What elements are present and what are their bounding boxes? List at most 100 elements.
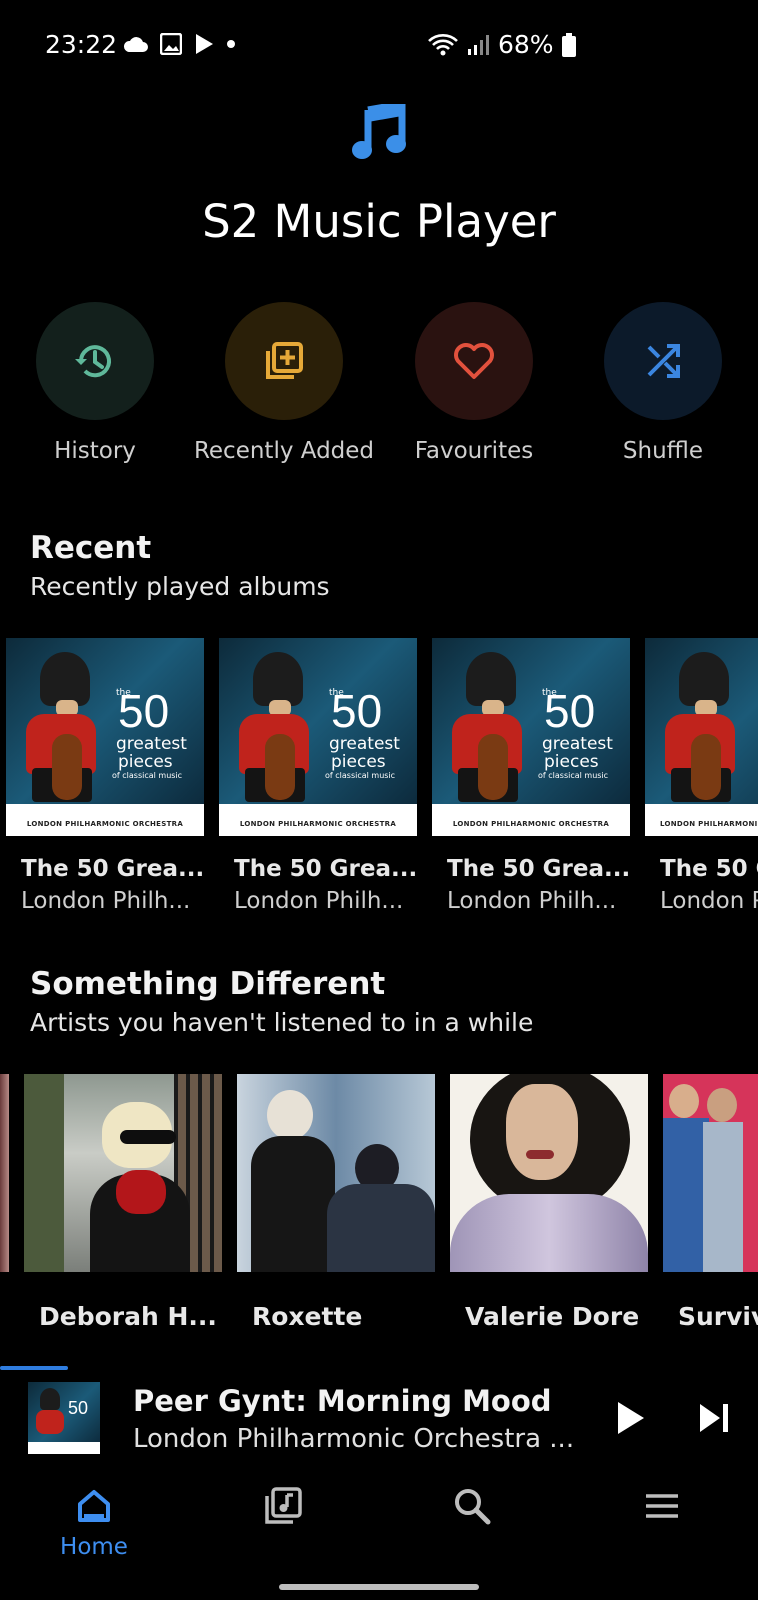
art-figure — [253, 652, 303, 706]
favourites-button[interactable]: Favourites — [379, 302, 569, 464]
art-figure — [679, 652, 729, 706]
art-text: greatest — [116, 734, 187, 754]
now-playing-title: Peer Gynt: Morning Mood — [133, 1384, 552, 1418]
album-art[interactable]: the 50 greatest pieces of classical musi… — [432, 638, 630, 836]
artist-card[interactable]: Roxette — [237, 1074, 435, 1331]
art-text: of classical music — [325, 771, 396, 780]
art-detail — [703, 1122, 743, 1272]
cloud-icon — [123, 37, 148, 52]
album-art[interactable]: the 50 greatest pieces of classical musi… — [6, 638, 204, 836]
something-different-subtitle: Artists you haven't listened to in a whi… — [30, 1008, 534, 1037]
art-text: pieces — [331, 752, 386, 772]
album-title: The 50 G — [660, 856, 758, 882]
nav-home[interactable]: Home — [19, 1486, 169, 1560]
search-icon — [455, 1489, 491, 1525]
history-button[interactable]: History — [0, 302, 190, 464]
art-text: pieces — [544, 752, 599, 772]
album-card[interactable]: the 50 greatest pieces of classical musi… — [6, 638, 204, 914]
art-figure — [52, 734, 82, 800]
art-figure — [36, 1410, 64, 1434]
art-detail — [116, 1170, 166, 1214]
history-circle[interactable] — [36, 302, 154, 420]
album-title: The 50 Grea... — [234, 856, 418, 882]
status-notification-icons — [122, 33, 236, 55]
history-label: History — [54, 438, 136, 464]
image-icon — [160, 33, 182, 55]
signal-icon — [468, 34, 489, 55]
album-card[interactable]: the 50 greatest pieces of classical musi… — [432, 638, 630, 914]
favourites-circle[interactable] — [415, 302, 533, 420]
heart-icon — [454, 343, 494, 379]
art-figure — [265, 734, 295, 800]
album-artist: London P — [660, 888, 758, 914]
art-figure — [466, 652, 516, 706]
art-detail — [251, 1136, 335, 1272]
recently-added-label: Recently Added — [193, 438, 375, 464]
artist-art-partial[interactable] — [0, 1074, 9, 1272]
artist-name: Surviv — [678, 1302, 758, 1331]
album-art[interactable]: the 50 greatest pieces of classical musi… — [219, 638, 417, 836]
art-detail — [526, 1150, 554, 1159]
wifi-icon — [428, 33, 458, 55]
art-text: greatest — [542, 734, 613, 754]
artist-art[interactable] — [237, 1074, 435, 1272]
album-art[interactable]: LONDON PHILHARMONI — [645, 638, 758, 836]
recently-added-circle[interactable] — [225, 302, 343, 420]
nav-search[interactable] — [397, 1486, 547, 1530]
art-text: LONDON PHILHARMONIC ORCHESTRA — [452, 820, 610, 828]
artist-art[interactable] — [24, 1074, 222, 1272]
art-banner — [28, 1442, 100, 1454]
app-title: S2 Music Player — [202, 195, 556, 248]
album-artist: London Philh... — [234, 888, 404, 914]
gesture-bar[interactable] — [279, 1584, 479, 1590]
play-button[interactable] — [612, 1398, 648, 1438]
artist-art[interactable] — [663, 1074, 758, 1272]
skip-next-button[interactable] — [696, 1398, 732, 1438]
artist-art[interactable] — [450, 1074, 648, 1272]
play-icon — [196, 34, 213, 54]
shuffle-label: Shuffle — [622, 438, 704, 464]
album-card[interactable]: LONDON PHILHARMONI The 50 G London P — [645, 638, 758, 914]
art-detail — [450, 1194, 648, 1272]
art-text: 50 — [544, 685, 596, 737]
art-text: LONDON PHILHARMONIC ORCHESTRA — [239, 820, 397, 828]
library-icon — [265, 1487, 302, 1524]
art-detail — [267, 1090, 313, 1140]
nav-home-label: Home — [60, 1534, 128, 1560]
artist-card[interactable]: Surviv — [663, 1074, 758, 1331]
shuffle-icon — [647, 344, 680, 378]
nav-library[interactable] — [208, 1486, 358, 1530]
art-detail — [707, 1088, 737, 1122]
artist-card[interactable]: Valerie Dore — [450, 1074, 648, 1331]
shuffle-button[interactable]: Shuffle — [568, 302, 758, 464]
art-text: 50 — [331, 685, 383, 737]
favourites-label: Favourites — [414, 438, 534, 464]
now-playing-art[interactable]: 50 — [28, 1382, 100, 1454]
mini-player[interactable]: 50 Peer Gynt: Morning Mood London Philha… — [0, 1370, 758, 1480]
artists-row[interactable]: Deborah H... Roxette Valerie Dore Surviv — [0, 1074, 758, 1334]
art-text: 50 — [68, 1398, 89, 1418]
artist-name: Valerie Dore — [465, 1302, 640, 1331]
nav-menu[interactable] — [587, 1486, 737, 1530]
recently-added-button[interactable]: Recently Added — [189, 302, 379, 464]
recent-title: Recent — [30, 530, 152, 566]
history-icon — [75, 345, 111, 378]
recent-albums-row[interactable]: the 50 greatest pieces of classical musi… — [0, 638, 758, 928]
play-icon — [618, 1402, 644, 1434]
art-figure — [478, 734, 508, 800]
bottom-navigation: Home — [0, 1480, 758, 1576]
album-card[interactable]: the 50 greatest pieces of classical musi… — [219, 638, 417, 914]
skip-next-icon — [700, 1404, 728, 1432]
art-text: of classical music — [538, 771, 609, 780]
art-detail — [24, 1074, 64, 1272]
now-playing-artist: London Philharmonic Orchestra ... — [133, 1424, 575, 1454]
shuffle-circle[interactable] — [604, 302, 722, 420]
battery-level: 68% — [498, 30, 554, 59]
art-detail — [669, 1084, 699, 1118]
art-text: 50 — [118, 685, 170, 737]
art-figure — [40, 1388, 60, 1410]
art-text: LONDON PHILHARMONI — [660, 820, 758, 828]
artist-card[interactable]: Deborah H... — [24, 1074, 222, 1331]
artist-name: Deborah H... — [39, 1302, 217, 1331]
something-different-title: Something Different — [30, 966, 386, 1002]
